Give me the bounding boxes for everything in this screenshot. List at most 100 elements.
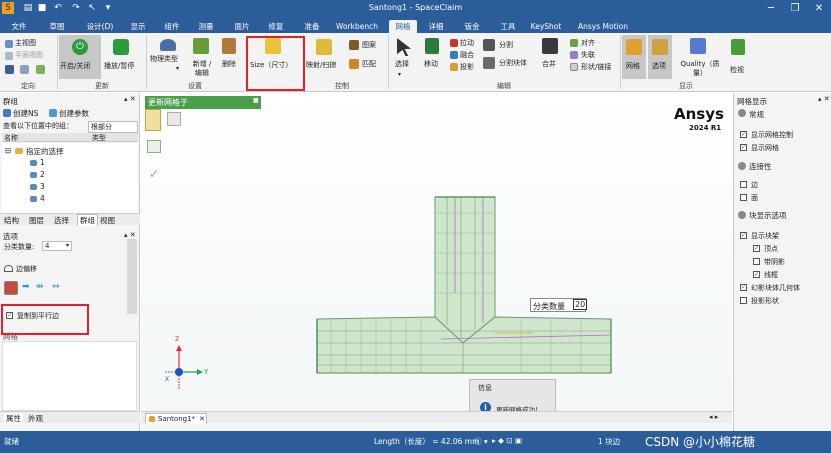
query-select[interactable]: 根部分 (88, 121, 138, 133)
pull-button[interactable]: 拉动 (460, 39, 474, 48)
tree-item[interactable]: 4 (40, 194, 45, 203)
phantom-geometry-checkbox[interactable]: ✓ (740, 284, 747, 291)
project-button[interactable]: 投影 (460, 63, 474, 72)
offset-mode-icon[interactable] (4, 281, 18, 295)
tab-structure[interactable]: 结构 (4, 215, 19, 226)
tab-display[interactable]: 显示 (124, 20, 152, 33)
view-mode-icon[interactable] (20, 65, 29, 74)
mesh-display-button[interactable]: 网格 (622, 35, 646, 79)
tab-views[interactable]: 视图 (100, 215, 115, 226)
tree-item[interactable]: 3 (40, 182, 45, 191)
tab-mesh[interactable]: 网格 (389, 20, 417, 33)
arrow-right-icon[interactable]: ➡ (22, 282, 30, 292)
sweep-button[interactable]: 映射/扫掠 (306, 61, 336, 70)
inline-count-editor[interactable]: 分类数量 20 (530, 298, 588, 312)
add-edit-button[interactable]: 新增 / 编辑 (191, 60, 213, 78)
minimize-button[interactable]: ─ (760, 0, 782, 18)
toggle-update-button[interactable]: ⏻ 开启/关闭 (59, 35, 101, 79)
edge-checkbox[interactable] (740, 181, 747, 188)
inline-count-input[interactable]: 20 (573, 299, 588, 310)
show-mesh-checkbox[interactable]: ✓ (740, 144, 747, 151)
select-button[interactable]: 选择 (395, 60, 409, 69)
tab-ansys-motion[interactable]: Ansys Motion (574, 20, 632, 33)
window-title: Santong1 - SpaceClaim (368, 3, 463, 12)
tab-scroll-icon[interactable]: ◂ ▸ (709, 413, 718, 421)
tree-root[interactable]: 指定的选择 (26, 146, 64, 157)
tab-sketch[interactable]: 草图 (42, 20, 72, 33)
tab-file[interactable]: 文件 (4, 20, 34, 33)
face-checkbox[interactable] (740, 194, 747, 201)
status-info-icon[interactable]: ⓘ ▾ (474, 436, 488, 447)
quality-button[interactable]: Quality（质量） (678, 60, 722, 78)
match-button[interactable]: 匹配 (362, 60, 376, 69)
tab-design[interactable]: 设计(D) (80, 20, 120, 33)
pattern-icon (349, 40, 359, 50)
restore-button[interactable]: ❐ (784, 0, 806, 18)
play-pause-button[interactable]: 播放/暂停 (104, 62, 134, 71)
tab-selection[interactable]: 选择 (54, 215, 69, 226)
tab-assembly[interactable]: 组件 (158, 20, 186, 33)
tab-detail[interactable]: 详细 (422, 20, 450, 33)
tab-tools[interactable]: 工具 (494, 20, 522, 33)
create-param-button[interactable]: 创建参数 (59, 108, 89, 119)
shape-link-button[interactable]: 形状/链接 (581, 63, 611, 72)
select-display-button[interactable]: 选项 (648, 35, 672, 79)
right-panel-pin-icon[interactable]: ▴ ✕ (818, 95, 830, 103)
panel-pin-icon[interactable]: ▴ ✕ (124, 95, 136, 103)
pattern-button[interactable]: 图案 (362, 41, 376, 50)
tab-groups[interactable]: 群组 (77, 214, 98, 226)
tab-sheetmetal[interactable]: 钣金 (458, 20, 486, 33)
wireframe-checkbox[interactable]: ✓ (753, 271, 760, 278)
plane-view-button[interactable]: 平面视图 (15, 51, 43, 60)
tab-keyshot[interactable]: KeyShot (528, 20, 564, 33)
tab-appearance[interactable]: 外观 (28, 413, 43, 424)
split-block-button[interactable]: 分割块体 (499, 59, 527, 68)
tab-measure[interactable]: 测量 (192, 20, 220, 33)
show-block-frame-checkbox[interactable]: ✓ (740, 232, 747, 239)
group-label-update: 更新 (95, 82, 109, 90)
tab-workbench[interactable]: Workbench (332, 20, 382, 33)
projected-shape-checkbox[interactable] (740, 297, 747, 304)
cube-view-icon[interactable] (5, 65, 14, 74)
tree-item[interactable]: 1 (40, 158, 45, 167)
create-ns-button[interactable]: 创建NS (13, 108, 38, 119)
tree-item[interactable]: 2 (40, 170, 45, 179)
merge-button[interactable]: 合并 (542, 60, 556, 69)
tab-layers[interactable]: 图层 (29, 215, 44, 226)
match-icon (349, 59, 359, 69)
delete-button[interactable]: 删除 (222, 60, 236, 69)
tree-expand-icon[interactable]: ⊟ (5, 146, 11, 155)
play-pause-icon (113, 39, 129, 55)
align-button[interactable]: 对齐 (581, 39, 595, 48)
options-scrollbar[interactable] (127, 239, 137, 314)
check-button[interactable]: 检视 (730, 66, 744, 75)
count-dropdown-icon[interactable]: ▾ (66, 242, 69, 249)
split-button[interactable]: 分割 (499, 41, 513, 50)
tab-properties[interactable]: 属性 (4, 413, 23, 424)
status-tools-icon[interactable]: ▸ ◆ ⊡ ▣ (492, 436, 522, 445)
select-dropdown-icon[interactable]: ▾ (398, 70, 401, 79)
fuse-button[interactable]: 融合 (460, 51, 474, 60)
status-ready: 就绪 (4, 437, 19, 446)
tab-repair[interactable]: 修复 (262, 20, 290, 33)
vertex-checkbox[interactable]: ✓ (753, 245, 760, 252)
view-render-icon[interactable] (36, 65, 45, 74)
clear-button[interactable]: 失联 (581, 51, 595, 60)
show-mesh-control-checkbox[interactable]: ✓ (740, 131, 747, 138)
move-button[interactable]: 移动 (424, 60, 438, 69)
physics-type-dropdown-icon[interactable]: ▾ (176, 64, 179, 73)
physics-type-button[interactable]: 物理类型 (150, 55, 178, 64)
main-view-button[interactable]: 主视图 (15, 39, 36, 48)
arrow-both-icon[interactable]: ⇹ (36, 282, 44, 292)
merge-icon (542, 38, 558, 54)
doc-tab[interactable]: Santong1* ✕ (145, 413, 207, 424)
tab-prepare[interactable]: 准备 (298, 20, 326, 33)
viewport[interactable]: 更新网格于 ■ ✓ Ansys 2024 R1 Z Y X 分类数量 20 信息… (141, 93, 732, 431)
doc-tab-close-icon[interactable]: ✕ (199, 415, 205, 423)
tab-facets[interactable]: 面片 (228, 20, 256, 33)
tee-mesh-model[interactable] (141, 93, 732, 431)
options-pin-icon[interactable]: ▴ ✕ (124, 231, 136, 239)
shaded-checkbox[interactable] (753, 258, 760, 265)
close-button[interactable]: ✕ (808, 0, 830, 18)
arrow-swap-icon[interactable]: ⇔ (52, 282, 60, 292)
